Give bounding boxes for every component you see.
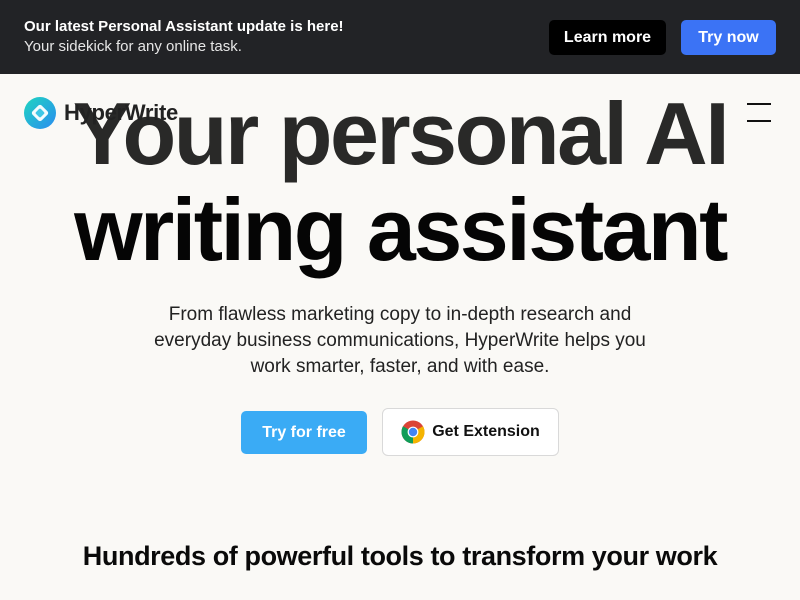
- logo-link[interactable]: HyperWrite: [24, 96, 178, 130]
- hamburger-menu-icon[interactable]: [744, 100, 774, 126]
- try-now-button[interactable]: Try now: [681, 20, 776, 55]
- banner-subtitle: Your sidekick for any online task.: [24, 38, 242, 55]
- try-for-free-button[interactable]: Try for free: [241, 411, 367, 454]
- banner-title: Our latest Personal Assistant update is …: [24, 18, 344, 35]
- tools-heading: Hundreds of powerful tools to transform …: [82, 541, 718, 571]
- get-extension-button[interactable]: Get Extension: [382, 408, 559, 456]
- chrome-icon: [401, 420, 425, 444]
- hero-title-line2: writing assistant: [74, 180, 728, 279]
- hero-description: From flawless marketing copy to in-depth…: [154, 304, 646, 377]
- hyperwrite-logo-icon: [24, 97, 56, 129]
- announcement-banner: Our latest Personal Assistant update is …: [0, 0, 800, 74]
- logo-text: HyperWrite: [64, 100, 178, 125]
- learn-more-button[interactable]: Learn more: [549, 20, 666, 55]
- get-extension-label: Get Extension: [432, 423, 540, 440]
